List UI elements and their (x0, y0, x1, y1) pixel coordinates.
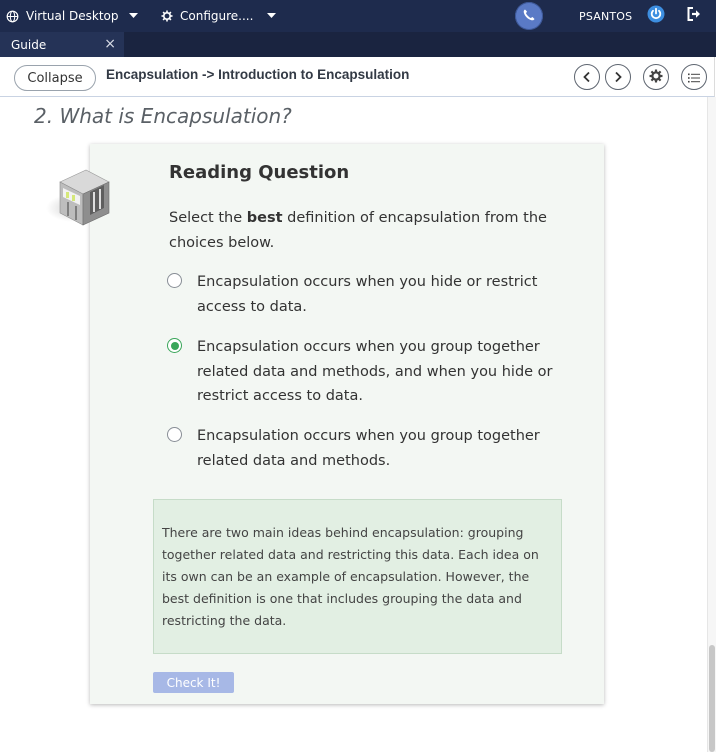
question-title: Reading Question (169, 162, 350, 183)
configure-menu[interactable]: Configure.... (161, 0, 277, 32)
gear-icon (161, 10, 173, 22)
list-icon (688, 68, 700, 87)
power-icon (647, 5, 665, 27)
chevron-down-icon (128, 13, 138, 19)
previous-button[interactable] (574, 64, 600, 90)
section-title: 2. What is Encapsulation? (34, 104, 292, 128)
scrollbar[interactable] (707, 97, 716, 752)
configure-label: Configure.... (180, 9, 254, 23)
power-button[interactable] (645, 5, 667, 27)
phone-icon (522, 7, 536, 26)
radio-button[interactable] (167, 273, 182, 288)
radio-button[interactable] (167, 427, 182, 442)
top-bar: Virtual Desktop Configure.... PSANTOS (0, 0, 716, 32)
chevron-right-icon (613, 68, 623, 87)
settings-button[interactable] (643, 64, 669, 90)
sign-out-icon (686, 6, 702, 26)
feedback-box: There are two main ideas behind encapsul… (153, 499, 562, 654)
chevron-left-icon (582, 68, 592, 87)
globe-icon (6, 10, 19, 23)
collapse-button[interactable]: Collapse (14, 65, 96, 91)
virtual-desktop-label: Virtual Desktop (26, 9, 119, 23)
guide-header: Collapse Encapsulation -> Introduction t… (0, 57, 715, 97)
username-label: PSANTOS (579, 9, 633, 23)
chevron-down-icon (267, 13, 277, 19)
reading-question-card: Reading Question Select the best definit… (90, 144, 604, 704)
tab-guide[interactable]: Guide × (0, 32, 124, 57)
gear-icon (649, 68, 663, 87)
check-it-button[interactable]: Check It! (153, 672, 234, 693)
close-icon[interactable]: × (104, 36, 116, 52)
phone-button[interactable] (515, 2, 543, 30)
virtual-desktop-menu[interactable]: Virtual Desktop (6, 0, 138, 32)
next-button[interactable] (605, 64, 631, 90)
choice-label: Encapsulation occurs when you hide or re… (197, 274, 538, 315)
breadcrumb: Encapsulation -> Introduction to Encapsu… (106, 67, 410, 82)
radio-button-selected[interactable] (167, 338, 182, 353)
table-of-contents-button[interactable] (681, 64, 707, 90)
choice-label: Encapsulation occurs when you group toge… (197, 339, 553, 404)
choice-label: Encapsulation occurs when you group toge… (197, 428, 540, 469)
tab-label: Guide (11, 37, 47, 52)
question-prompt: Select the best definition of encapsulat… (169, 210, 547, 251)
reading-question-icon (46, 168, 112, 230)
scrollbar-thumb[interactable] (709, 645, 715, 752)
feedback-text: There are two main ideas behind encapsul… (162, 525, 539, 628)
tab-bar: Guide × (0, 32, 716, 57)
logout-button[interactable] (683, 5, 705, 27)
